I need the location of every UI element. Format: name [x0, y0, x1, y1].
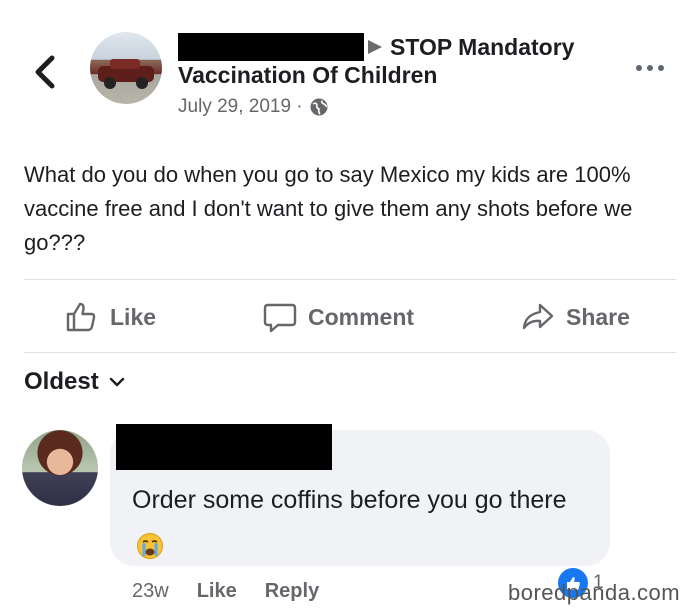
more-dots-icon: [658, 65, 664, 71]
comment-text: Order some coffins before you go there: [132, 476, 592, 572]
sort-label: Oldest: [24, 368, 99, 395]
globe-icon: [310, 98, 328, 116]
crying-face-emoji: [137, 533, 163, 559]
thumbs-up-icon: [66, 302, 96, 332]
watermark: boredpanda.com: [508, 580, 681, 605]
commenter-avatar[interactable]: [22, 430, 98, 506]
speech-bubble-icon: [263, 303, 297, 333]
group-name-line1[interactable]: STOP Mandatory: [390, 34, 574, 61]
post-date[interactable]: July 29, 2019 ·: [178, 96, 303, 118]
chevron-down-icon: [109, 377, 124, 387]
share-button[interactable]: Share: [520, 294, 630, 340]
comment-body: Order some coffins before you go there: [132, 486, 567, 514]
post-body: What do you do when you go to say Mexico…: [24, 162, 633, 255]
more-options-button[interactable]: [636, 58, 670, 78]
more-dots-icon: [647, 65, 653, 71]
divider-top: [24, 279, 676, 280]
share-arrow-icon: [522, 303, 554, 330]
back-button[interactable]: [30, 52, 64, 92]
comment-reply-button[interactable]: Reply: [265, 580, 319, 603]
redacted-commenter-name: [116, 424, 332, 470]
more-dots-icon: [636, 65, 642, 71]
post-header: STOP Mandatory: [178, 30, 574, 64]
redacted-author-name: [178, 33, 364, 61]
comment-time[interactable]: 23w: [132, 580, 169, 603]
like-button[interactable]: Like: [64, 294, 156, 340]
share-label: Share: [566, 303, 630, 330]
arrow-right-icon: [368, 40, 382, 54]
comment-label: Comment: [308, 303, 415, 330]
divider-bottom: [24, 352, 676, 353]
comment-actions: 23w Like Reply: [132, 580, 319, 603]
chevron-left-icon: [35, 55, 55, 89]
post-meta: July 29, 2019 ·: [178, 96, 329, 118]
post-author-avatar[interactable]: [90, 32, 162, 104]
comment-button[interactable]: Comment: [262, 294, 414, 340]
comment-like-button[interactable]: Like: [197, 580, 237, 603]
comment-sort-dropdown[interactable]: Oldest: [24, 368, 125, 396]
group-name-line2[interactable]: Vaccination Of Children: [178, 62, 437, 89]
like-label: Like: [110, 303, 157, 330]
car-photo: [98, 59, 154, 89]
